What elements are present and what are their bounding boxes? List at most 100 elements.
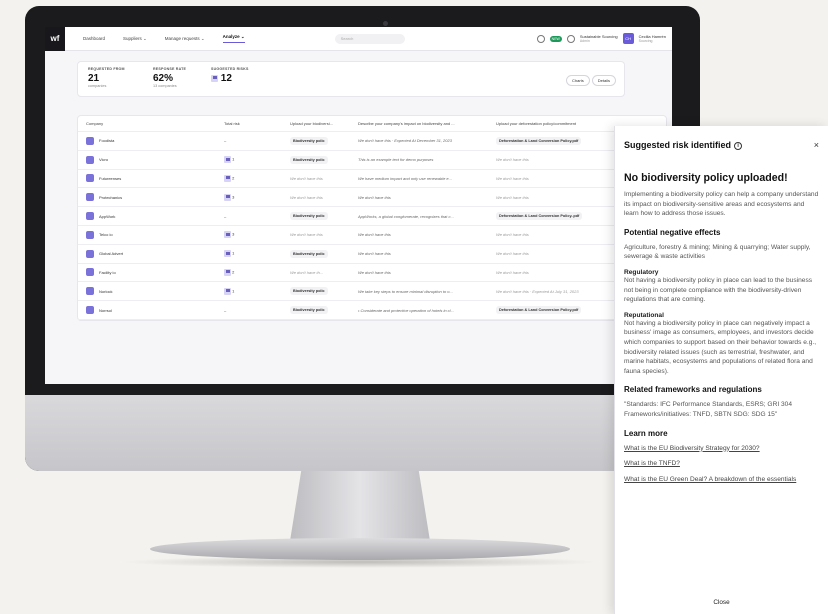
risk-value: – — [224, 138, 227, 144]
company-cell[interactable]: Foodista — [78, 136, 218, 145]
help-icon[interactable] — [536, 34, 545, 43]
nav-analyze[interactable]: Analyze ⌄ — [222, 34, 245, 43]
search-input[interactable]: Search — [334, 33, 405, 44]
impact-cell[interactable]: AppWorks, a global conglomerate, recogni… — [352, 214, 490, 219]
company-name: AppWork — [99, 213, 116, 219]
impact-cell[interactable]: We don't have this · Expected At Decembe… — [352, 138, 490, 143]
monitor-chin — [25, 395, 700, 471]
impact-cell[interactable]: We don't have this — [352, 232, 490, 237]
table-row[interactable]: Norlock 1 Biodiversity polic We take key s… — [78, 282, 666, 302]
frameworks-text: "Standards: IFC Performance Standards, E… — [624, 401, 792, 418]
company-cell[interactable]: Facility io — [78, 268, 218, 277]
org-switcher[interactable]: Sustainable Sourcing Admin — [580, 34, 618, 44]
company-cell[interactable]: Norlock — [78, 287, 218, 296]
policy-value: Biodiversity polic — [290, 249, 328, 258]
deforestation-cell[interactable]: We don't have this — [490, 195, 620, 200]
nav-dashboard[interactable]: Dashboard — [83, 36, 105, 41]
company-cell[interactable]: Protechanics — [78, 193, 218, 202]
impact-cell[interactable]: We take key steps to ensure minimal disr… — [352, 289, 490, 294]
company-logo — [86, 287, 94, 296]
charts-button[interactable]: Charts — [565, 75, 590, 86]
impact-cell[interactable]: We don't have this — [352, 251, 490, 256]
user-name: Cecilia Hamrén — [638, 33, 666, 39]
table-row[interactable]: Futureenses 2 We don't have this We have m… — [78, 170, 666, 189]
info-icon[interactable]: i — [734, 141, 743, 150]
column-header[interactable]: Total risk — [218, 121, 286, 126]
deforestation-cell[interactable]: We don't have this — [490, 251, 620, 256]
screen: wf Dashboard Suppliers ⌄ Manage requests… — [45, 27, 672, 384]
table-row[interactable]: Norrsol – Biodiversity polic • Considerate … — [78, 301, 666, 320]
deforestation-cell[interactable]: We don't have this — [490, 270, 620, 275]
table-row[interactable]: Telco io 3 We don't have this We don't hav… — [78, 226, 666, 245]
policy-cell[interactable]: Biodiversity polic — [286, 212, 352, 221]
avatar[interactable]: CH — [622, 33, 634, 44]
close-button[interactable]: Close — [615, 599, 828, 606]
deforestation-cell[interactable]: We don't have this — [490, 232, 620, 237]
flag-icon — [224, 231, 231, 239]
company-cell[interactable]: Global Advert — [78, 249, 218, 258]
company-logo — [86, 136, 94, 145]
risk-cell: 1 — [218, 156, 286, 164]
deforestation-cell[interactable]: We don't have this — [490, 176, 620, 181]
link-green-deal[interactable]: What is the EU Green Deal? A breakdown o… — [624, 475, 819, 485]
policy-cell[interactable]: We don't have this — [286, 232, 352, 237]
table-row[interactable]: Global Advert 1 Biodiversity polic We don'… — [78, 245, 666, 264]
impact-cell[interactable]: • Considerate and protective operation o… — [352, 308, 490, 313]
policy-cell[interactable]: Biodiversity polic — [286, 155, 352, 164]
user-menu[interactable]: Cecilia Hamrén Sourcing — [639, 34, 666, 44]
link-tnfd[interactable]: What is the TNFD? — [624, 459, 819, 469]
policy-value: Biodiversity polic — [290, 136, 328, 145]
policy-value: Biodiversity polic — [290, 212, 328, 221]
policy-value: We don't have this — [290, 194, 323, 200]
stat-label: RESPONSE RATE — [153, 67, 187, 71]
policy-cell[interactable]: Biodiversity polic — [286, 136, 352, 145]
policy-cell[interactable]: We don't have this — [286, 176, 352, 181]
risk-cell: 1 — [218, 287, 286, 295]
deforestation-value: We don't have this — [496, 157, 529, 163]
company-cell[interactable]: Futureenses — [78, 174, 218, 183]
table-row[interactable]: Facility io 2 We don't have th... We don't… — [78, 264, 666, 283]
company-cell[interactable]: Vicro — [78, 155, 218, 164]
impact-cell[interactable]: We have medium impact and only use renew… — [352, 176, 490, 181]
table-row[interactable]: Foodista – Biodiversity polic We don't have… — [78, 132, 666, 151]
nav-suppliers[interactable]: Suppliers ⌄ — [123, 36, 147, 42]
deforestation-cell[interactable]: We don't have this — [490, 157, 620, 162]
table-row[interactable]: Protechanics 3 We don't have this We don't… — [78, 188, 666, 208]
link-eu-strategy[interactable]: What is the EU Biodiversity Strategy for… — [624, 444, 819, 454]
table-row[interactable]: Vicro 1 Biodiversity polic This is an exam… — [78, 151, 666, 170]
flag-icon — [224, 268, 231, 276]
column-header[interactable]: Upload your biodiversi... — [286, 121, 352, 126]
column-header[interactable]: Describe your company's impact on biodiv… — [352, 121, 490, 126]
company-cell[interactable]: AppWork — [78, 212, 218, 221]
policy-cell[interactable]: Biodiversity polic — [286, 287, 352, 296]
risk-value: – — [224, 213, 227, 219]
deforestation-cell[interactable]: Deforestation & Land Conversion Policy..… — [490, 212, 620, 221]
policy-cell[interactable]: We don't have th... — [286, 270, 352, 275]
company-cell[interactable]: Telco io — [78, 230, 218, 239]
policy-cell[interactable]: We don't have this — [286, 195, 352, 200]
deforestation-cell[interactable]: Deforestation & Land Conversion Policy.p… — [490, 136, 620, 145]
nav-manage-requests[interactable]: Manage requests ⌄ — [165, 36, 205, 42]
column-header[interactable]: Upload your deforestation policy/commitm… — [490, 121, 620, 126]
deforestation-value: We don't have this — [496, 269, 529, 275]
policy-cell[interactable]: Biodiversity polic — [286, 249, 352, 258]
settings-icon[interactable] — [566, 34, 575, 43]
details-button[interactable]: Details — [591, 75, 616, 86]
close-icon[interactable]: × — [814, 140, 819, 150]
stat-value: 62% — [153, 73, 174, 84]
deforestation-cell[interactable]: Deforestation & Land Conversion Policy.p… — [490, 306, 620, 315]
table-row[interactable]: AppWork – Biodiversity polic AppWorks, a gl… — [78, 207, 666, 226]
policy-cell[interactable]: Biodiversity polic — [286, 306, 352, 315]
impact-cell[interactable]: We don't have this — [352, 270, 490, 275]
top-nav: wf Dashboard Suppliers ⌄ Manage requests… — [45, 27, 672, 51]
policy-value: We don't have this — [290, 232, 323, 238]
deforestation-cell[interactable]: We don't have this · Expected At July 31… — [490, 289, 620, 294]
stats-card: REQUESTED FROM 21 companies RESPONSE RAT… — [77, 61, 625, 97]
impact-cell[interactable]: This is an example text for demo purpose… — [352, 157, 490, 162]
impact-cell[interactable]: We don't have this — [352, 195, 490, 200]
column-header[interactable]: Company — [78, 121, 218, 126]
risk-value: 1 — [232, 250, 235, 256]
app-logo[interactable]: wf — [45, 27, 65, 51]
monitor-stand — [290, 471, 430, 541]
company-cell[interactable]: Norrsol — [78, 306, 218, 315]
